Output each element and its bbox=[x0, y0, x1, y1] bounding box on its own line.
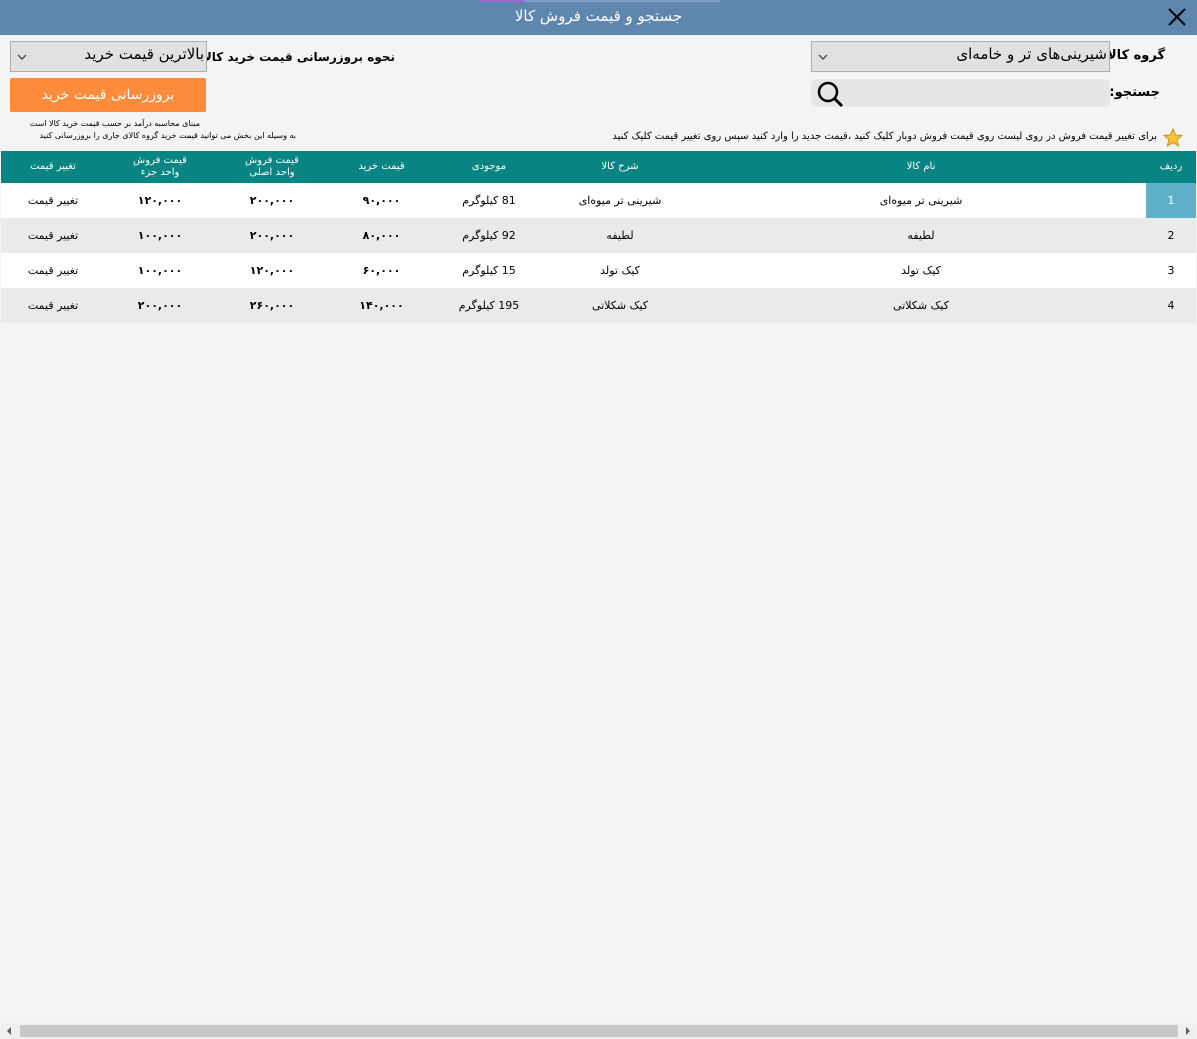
cell-sell-main[interactable]: ۲۶۰,۰۰۰ bbox=[215, 288, 329, 323]
row-number[interactable]: 4 bbox=[1146, 288, 1196, 323]
search-icon[interactable] bbox=[815, 80, 845, 108]
cell-stock[interactable]: 195 کیلوگرم bbox=[434, 288, 544, 323]
col-header-stock[interactable]: موجودی bbox=[434, 151, 544, 183]
cell-desc[interactable]: لطیفه bbox=[544, 218, 696, 253]
col-header-row[interactable]: ردیف bbox=[1146, 151, 1196, 183]
update-purchase-price-button[interactable]: بروزرسانی قیمت خرید bbox=[10, 78, 206, 112]
col-header-sell-main-line2: واحد اصلی bbox=[249, 167, 295, 178]
window-title: جستجو و قیمت فروش کالا bbox=[514, 7, 683, 25]
scrollbar-thumb[interactable] bbox=[20, 1025, 1178, 1037]
change-price-button[interactable]: تغییر قیمت bbox=[1, 288, 105, 323]
chevron-down-icon bbox=[17, 54, 27, 60]
update-mode-label: نحوه بروزرسانی قیمت خرید کالا : bbox=[193, 50, 395, 64]
star-icon bbox=[1163, 128, 1183, 147]
table-row[interactable]: 1 شیرینی تر میوه‌ای شیرینی تر میوه‌ای 81… bbox=[1, 183, 1196, 218]
cell-buy-price[interactable]: ۸۰,۰۰۰ bbox=[329, 218, 434, 253]
hint-text: برای تغییر قیمت فروش در روی لیست روی قیم… bbox=[612, 131, 1157, 142]
cell-sell-main[interactable]: ۲۰۰,۰۰۰ bbox=[215, 218, 329, 253]
col-header-sell-main-line1: قیمت فروش bbox=[245, 155, 299, 166]
row-number[interactable]: 2 bbox=[1146, 218, 1196, 253]
change-price-button[interactable]: تغییر قیمت bbox=[1, 183, 105, 218]
group-label: گروه کالا: bbox=[1101, 48, 1165, 63]
cell-name[interactable]: لطیفه bbox=[696, 218, 1146, 253]
cell-name[interactable]: شیرینی تر میوه‌ای bbox=[696, 183, 1146, 218]
col-header-sell-part-line2: واحد جزء bbox=[140, 167, 180, 178]
col-header-sell-part[interactable]: قیمت فروش واحد جزء bbox=[105, 151, 215, 183]
cell-buy-price[interactable]: ۶۰,۰۰۰ bbox=[329, 253, 434, 288]
chevron-down-icon bbox=[818, 54, 828, 60]
group-combobox[interactable]: شیرینی‌های تر و خامه‌ای bbox=[811, 41, 1110, 72]
update-mode-value: بالاترین قیمت خرید bbox=[84, 45, 204, 63]
scroll-right-arrow-icon[interactable] bbox=[1184, 1027, 1192, 1035]
scroll-left-arrow-icon[interactable] bbox=[5, 1027, 13, 1035]
products-table: ردیف نام کالا شرح کالا موجودی قیمت خرید … bbox=[1, 151, 1196, 323]
note-line-2: به وسیله این بخش می توانید قیمت خرید گرو… bbox=[39, 131, 296, 140]
search-input[interactable] bbox=[811, 79, 1110, 108]
col-header-change[interactable]: تغییر قیمت bbox=[1, 151, 105, 183]
cell-name[interactable]: کیک تولد bbox=[696, 253, 1146, 288]
group-combobox-value: شیرینی‌های تر و خامه‌ای bbox=[956, 45, 1107, 63]
cell-sell-part[interactable]: ۱۰۰,۰۰۰ bbox=[105, 253, 215, 288]
cell-stock[interactable]: 92 کیلوگرم bbox=[434, 218, 544, 253]
col-header-name[interactable]: نام کالا bbox=[696, 151, 1146, 183]
cell-desc[interactable]: کیک شکلاتی bbox=[544, 288, 696, 323]
col-header-buy[interactable]: قیمت خرید bbox=[329, 151, 434, 183]
cell-buy-price[interactable]: ۹۰,۰۰۰ bbox=[329, 183, 434, 218]
cell-stock[interactable]: 15 کیلوگرم bbox=[434, 253, 544, 288]
col-header-sell-main[interactable]: قیمت فروش واحد اصلی bbox=[215, 151, 329, 183]
cell-sell-part[interactable]: ۱۰۰,۰۰۰ bbox=[105, 218, 215, 253]
change-price-button[interactable]: تغییر قیمت bbox=[1, 218, 105, 253]
cell-sell-main[interactable]: ۲۰۰,۰۰۰ bbox=[215, 183, 329, 218]
search-label: جستجو: bbox=[1109, 85, 1160, 100]
horizontal-scrollbar[interactable] bbox=[1, 1023, 1196, 1039]
close-icon[interactable] bbox=[1165, 5, 1189, 29]
cell-stock[interactable]: 81 کیلوگرم bbox=[434, 183, 544, 218]
cell-sell-part[interactable]: ۲۰۰,۰۰۰ bbox=[105, 288, 215, 323]
table-row[interactable]: 2 لطیفه لطیفه 92 کیلوگرم ۸۰,۰۰۰ ۲۰۰,۰۰۰ … bbox=[1, 218, 1196, 253]
row-number[interactable]: 1 bbox=[1146, 183, 1196, 218]
table-header-row: ردیف نام کالا شرح کالا موجودی قیمت خرید … bbox=[1, 151, 1196, 183]
cell-sell-main[interactable]: ۱۲۰,۰۰۰ bbox=[215, 253, 329, 288]
title-bar: جستجو و قیمت فروش کالا bbox=[0, 0, 1197, 35]
row-number[interactable]: 3 bbox=[1146, 253, 1196, 288]
change-price-button[interactable]: تغییر قیمت bbox=[1, 253, 105, 288]
note-line-1: مبنای محاسبه درآمد بر حسب قیمت خرید کالا… bbox=[29, 119, 200, 128]
table-row[interactable]: 3 کیک تولد کیک تولد 15 کیلوگرم ۶۰,۰۰۰ ۱۲… bbox=[1, 253, 1196, 288]
col-header-desc[interactable]: شرح کالا bbox=[544, 151, 696, 183]
cell-sell-part[interactable]: ۱۲۰,۰۰۰ bbox=[105, 183, 215, 218]
update-mode-combobox[interactable]: بالاترین قیمت خرید bbox=[10, 41, 207, 72]
cell-buy-price[interactable]: ۱۴۰,۰۰۰ bbox=[329, 288, 434, 323]
cell-name[interactable]: کیک شکلاتی bbox=[696, 288, 1146, 323]
cell-desc[interactable]: کیک تولد bbox=[544, 253, 696, 288]
table-row[interactable]: 4 کیک شکلاتی کیک شکلاتی 195 کیلوگرم ۱۴۰,… bbox=[1, 288, 1196, 323]
col-header-sell-part-line1: قیمت فروش bbox=[133, 155, 187, 166]
cell-desc[interactable]: شیرینی تر میوه‌ای bbox=[544, 183, 696, 218]
